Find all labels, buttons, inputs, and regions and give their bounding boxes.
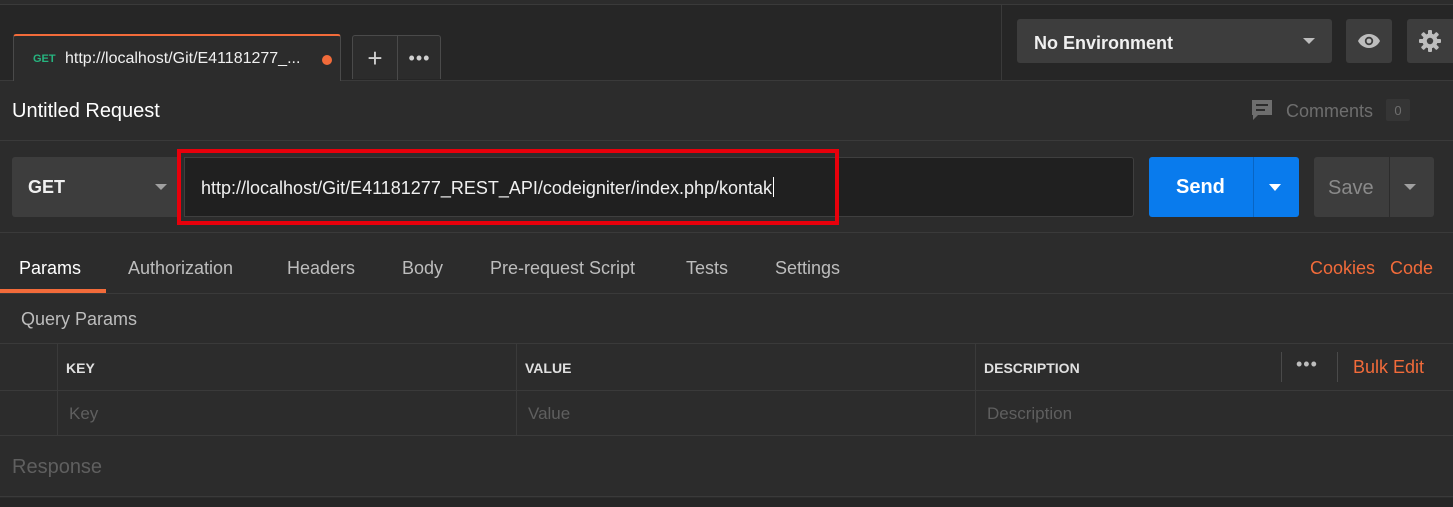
cookies-link[interactable]: Cookies: [1310, 258, 1375, 279]
save-button[interactable]: Save: [1314, 157, 1434, 217]
new-tab-button[interactable]: +: [353, 36, 398, 80]
send-button[interactable]: Send: [1149, 157, 1299, 217]
save-options-chevron-down-icon[interactable]: [1404, 184, 1416, 190]
tab-authorization[interactable]: Authorization: [128, 258, 233, 279]
code-link[interactable]: Code: [1390, 258, 1433, 279]
request-subtabs: Params Authorization Headers Body Pre-re…: [0, 233, 1453, 294]
table-row-divider: [0, 390, 1453, 391]
send-options-chevron-down-icon[interactable]: [1269, 184, 1281, 191]
url-input-text: http://localhost/Git/E41181277_REST_API/…: [201, 178, 773, 198]
environment-divider: [1001, 5, 1002, 81]
tab-body[interactable]: Body: [402, 258, 443, 279]
request-tab-url: http://localhost/Git/E41181277_...: [65, 50, 301, 67]
url-input-value: http://localhost/Git/E41181277_REST_API/…: [201, 177, 775, 199]
comments-label: Comments: [1286, 101, 1374, 121]
request-header: Untitled Request Comments 0: [0, 81, 1453, 141]
request-tab[interactable]: GET http://localhost/Git/E41181277_...: [13, 34, 341, 81]
column-header-value: VALUE: [525, 360, 572, 376]
save-split-divider: [1389, 157, 1390, 217]
send-split-divider: [1253, 157, 1254, 217]
eye-icon: [1358, 34, 1380, 48]
table-column-divider: [516, 344, 517, 436]
text-cursor: [773, 177, 775, 197]
environment-quick-look-button[interactable]: [1346, 19, 1392, 63]
bulk-edit-button[interactable]: Bulk Edit: [1353, 357, 1424, 378]
url-input[interactable]: http://localhost/Git/E41181277_REST_API/…: [184, 157, 1134, 217]
header-separator: [1281, 352, 1282, 382]
column-header-key: KEY: [66, 360, 95, 376]
tab-headers[interactable]: Headers: [287, 258, 355, 279]
method-select[interactable]: GET: [12, 157, 177, 217]
unsaved-dot-icon: [322, 55, 332, 65]
tab-more-button[interactable]: •••: [398, 36, 441, 80]
manage-environments-button[interactable]: [1407, 19, 1453, 63]
request-tabs-bar: GET http://localhost/Git/E41181277_... +…: [0, 0, 1453, 81]
query-params-table: KEY VALUE DESCRIPTION ••• Bulk Edit Key …: [0, 343, 1453, 436]
comments-count-badge: 0: [1386, 99, 1410, 121]
method-select-value: GET: [28, 177, 66, 197]
send-button-label: Send: [1176, 176, 1225, 198]
request-tab-method: GET: [33, 53, 56, 65]
save-button-label: Save: [1328, 177, 1374, 199]
request-title[interactable]: Untitled Request: [12, 100, 160, 123]
response-panel: Response: [0, 437, 1453, 497]
header-separator: [1337, 352, 1338, 382]
table-column-divider: [57, 344, 58, 436]
top-edge: [0, 0, 1453, 5]
response-label: Response: [12, 456, 103, 478]
active-tab-indicator: [0, 289, 106, 293]
chevron-down-icon: [1303, 38, 1315, 44]
url-bar: GET http://localhost/Git/E41181277_REST_…: [0, 141, 1453, 233]
gear-icon: [1419, 30, 1441, 52]
tab-params[interactable]: Params: [19, 258, 81, 279]
key-input[interactable]: Key: [69, 404, 98, 424]
environment-select-value: No Environment: [1034, 33, 1174, 53]
chevron-down-icon: [155, 184, 167, 190]
table-column-divider: [975, 344, 976, 436]
tab-tests[interactable]: Tests: [686, 258, 728, 279]
tab-actions: + •••: [352, 35, 441, 80]
value-input[interactable]: Value: [528, 404, 570, 424]
query-params-title: Query Params: [21, 309, 138, 329]
tab-pre-request-script[interactable]: Pre-request Script: [490, 258, 635, 279]
environment-select[interactable]: No Environment: [1017, 19, 1332, 63]
bottom-strip: [0, 498, 1453, 507]
params-more-button[interactable]: •••: [1296, 354, 1318, 375]
description-input[interactable]: Description: [987, 404, 1072, 424]
tab-settings[interactable]: Settings: [775, 258, 840, 279]
comment-icon: [1252, 100, 1272, 120]
column-header-description: DESCRIPTION: [984, 360, 1080, 376]
